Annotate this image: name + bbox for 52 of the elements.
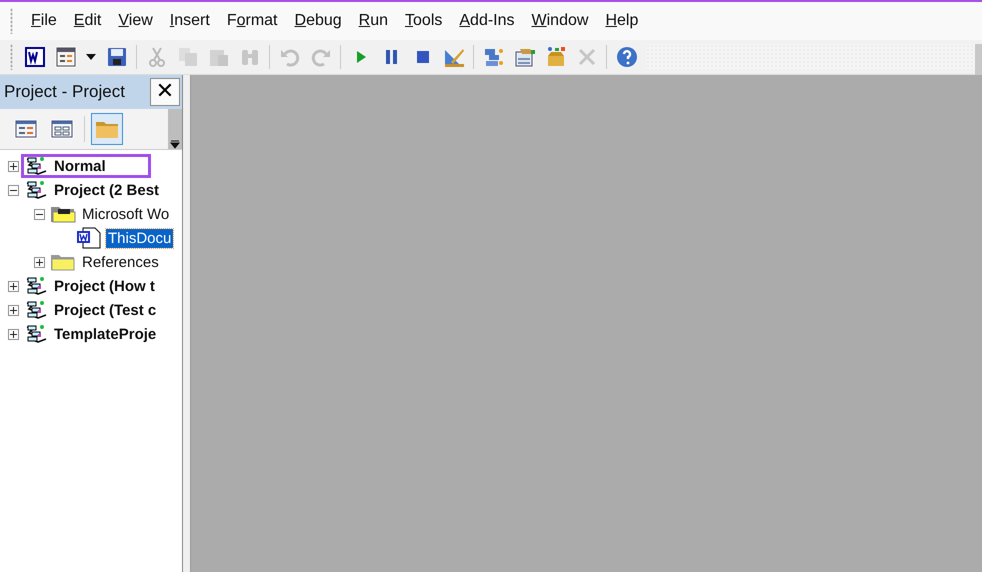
project-explorer-icon[interactable] (482, 46, 504, 68)
tree-item[interactable]: Project (2 Best (52, 180, 162, 200)
toolbar-options-handle[interactable] (975, 44, 982, 78)
menu-item[interactable]: Format (220, 8, 284, 34)
help-icon[interactable] (616, 46, 638, 68)
menu-item[interactable]: Add-Ins (453, 8, 521, 34)
menu-item[interactable]: Window (526, 8, 594, 34)
close-button[interactable]: ✕ (150, 78, 180, 106)
tree-item[interactable]: Normal (52, 156, 108, 176)
menu-item[interactable]: Edit (68, 8, 108, 34)
tree-item[interactable]: TemplateProje (52, 324, 158, 344)
project-icon (24, 299, 48, 321)
expand-button[interactable] (34, 256, 45, 268)
menu-item[interactable]: Debug (288, 8, 348, 34)
toolbar-options-button[interactable] (168, 109, 182, 149)
project-icon (24, 155, 48, 177)
menu-item[interactable]: View (112, 8, 159, 34)
menu-item[interactable]: Help (599, 8, 644, 34)
tree-item[interactable]: Microsoft Wo (80, 204, 172, 224)
tree-item[interactable]: ThisDocu (106, 228, 174, 248)
caret-icon (86, 54, 96, 60)
project-icon (24, 323, 48, 345)
collapse-button[interactable] (34, 208, 45, 220)
expand-button[interactable] (8, 304, 19, 316)
word-icon (24, 46, 46, 68)
tree-item[interactable]: Project (Test c (52, 300, 158, 320)
folder-icon (95, 119, 119, 139)
view-code-icon (15, 120, 37, 138)
open-folder-icon (50, 204, 76, 224)
form-icon (54, 46, 76, 68)
tree-item[interactable]: Project (How t (52, 276, 157, 296)
collapse-button[interactable] (8, 184, 19, 196)
word-document-icon (76, 227, 102, 249)
expand-button[interactable] (8, 280, 19, 292)
dropdown-arrow-icon (170, 140, 180, 149)
menu-item[interactable]: Insert (164, 8, 216, 34)
folder-icon (50, 252, 76, 272)
save-icon (106, 46, 128, 68)
menu-item[interactable]: Run (352, 8, 394, 34)
properties-icon[interactable] (514, 46, 536, 68)
menu-item[interactable]: File (25, 8, 63, 34)
expand-button[interactable] (8, 160, 19, 172)
expand-button[interactable] (8, 328, 19, 340)
project-icon (24, 275, 48, 297)
panel-title: Project - Project (4, 82, 125, 102)
tree-item[interactable]: References (80, 252, 161, 272)
project-icon (24, 179, 48, 201)
grip-handle[interactable] (10, 8, 13, 34)
menu-item[interactable]: Tools (399, 8, 448, 34)
grip-handle[interactable] (10, 44, 13, 70)
copy-icon (176, 46, 198, 68)
view-object-icon (51, 120, 73, 138)
